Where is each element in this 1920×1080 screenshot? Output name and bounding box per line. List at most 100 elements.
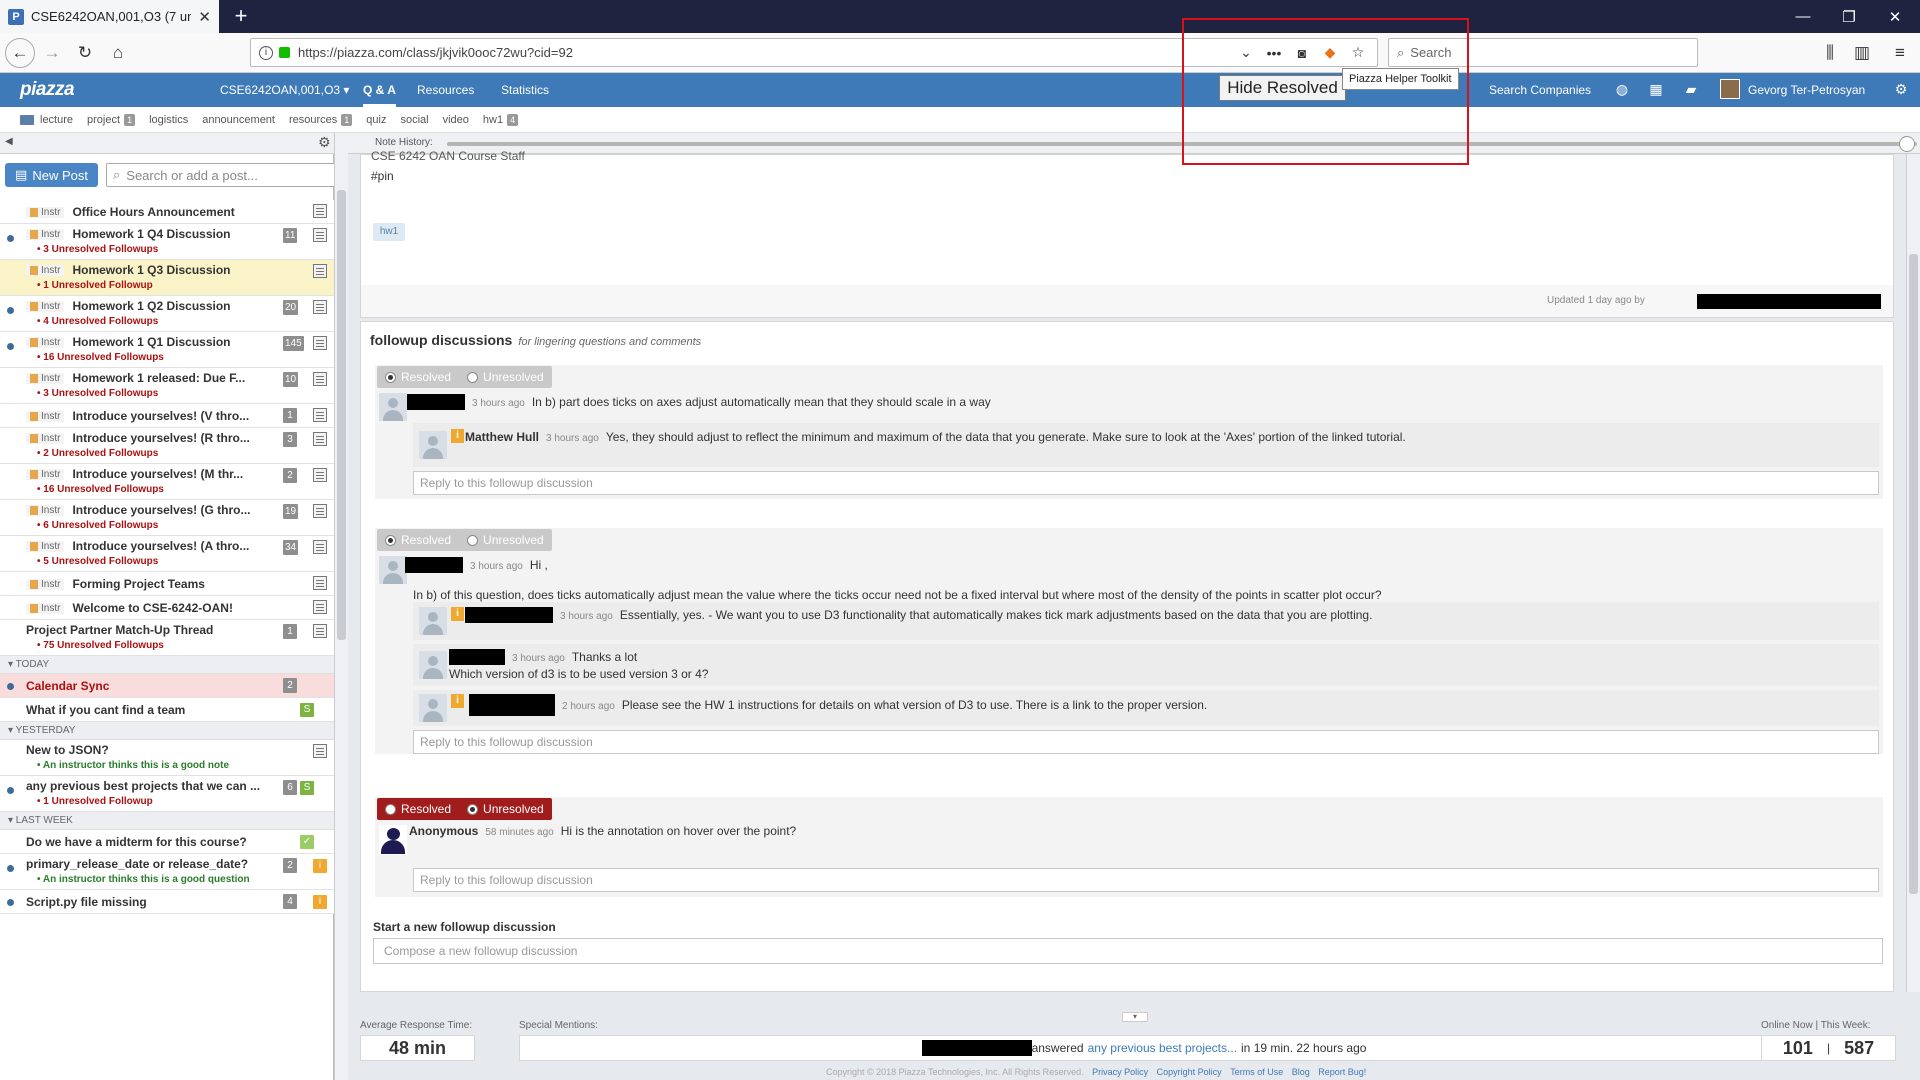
reply-count-badge: 4 xyxy=(283,894,297,909)
url-bar[interactable]: i https://piazza.com/class/jkjvik0ooc72w… xyxy=(250,38,1378,67)
calendar-icon[interactable]: ▦ xyxy=(1647,81,1665,99)
feed-item[interactable]: any previous best projects that we can .… xyxy=(0,776,334,812)
info-icon[interactable]: i xyxy=(259,45,273,60)
bookmark-star-icon[interactable]: ☆ xyxy=(1347,44,1369,61)
sidebar-toggle-icon[interactable]: ▥ xyxy=(1847,38,1877,68)
feed-item[interactable]: Instr Introduce yourselves! (M thr... • 16… xyxy=(0,464,334,500)
close-window-icon[interactable]: ✕ xyxy=(1872,0,1918,33)
feed-settings-icon[interactable]: ⚙ xyxy=(318,134,331,151)
feed-item[interactable]: Instr Homework 1 Q1 Discussion • 16 Unreso… xyxy=(0,332,334,368)
nav-statistics[interactable]: Statistics xyxy=(501,83,549,97)
folder-video[interactable]: video xyxy=(443,114,469,126)
post-search-input[interactable]: ⌕ Search or add a post... xyxy=(106,163,342,187)
folder-quiz[interactable]: quiz xyxy=(366,114,386,126)
resolved-option[interactable]: Resolved xyxy=(377,370,459,384)
feed-item[interactable]: primary_release_date or release_date? • A… xyxy=(0,854,334,890)
nav-resources[interactable]: Resources xyxy=(417,83,474,97)
search-companies-link[interactable]: Search Companies xyxy=(1489,83,1591,97)
resolved-toggle[interactable]: Resolved Unresolved xyxy=(377,366,552,388)
new-post-button[interactable]: ▤ New Post xyxy=(5,163,98,187)
pocket-icon[interactable]: ◙ xyxy=(1291,45,1313,61)
folder-hw1[interactable]: hw1 4 xyxy=(483,113,519,126)
feed-item[interactable]: Instr Homework 1 Q2 Discussion • 4 Unresol… xyxy=(0,296,334,332)
piazza-logo[interactable]: piazza xyxy=(20,79,75,101)
resolved-option[interactable]: Resolved xyxy=(377,802,459,816)
feed-item[interactable]: Do we have a midterm for this course? ✓ xyxy=(0,830,334,854)
unresolved-option[interactable]: Unresolved xyxy=(459,802,552,816)
feed-item[interactable]: Instr Office Hours Announcement xyxy=(0,200,334,224)
feed-section-yesterday[interactable]: ▾ YESTERDAY xyxy=(0,722,334,740)
folder-social[interactable]: social xyxy=(400,114,428,126)
resolved-option[interactable]: Resolved xyxy=(377,533,459,547)
privacy-policy-link[interactable]: Privacy Policy xyxy=(1092,1067,1148,1077)
folder-logistics[interactable]: logistics xyxy=(149,114,188,126)
feed-item[interactable]: Instr Introduce yourselves! (A thro... • 5… xyxy=(0,536,334,572)
browser-search-bar[interactable]: ⌕ Search xyxy=(1388,38,1698,67)
folder-resources[interactable]: resources 1 xyxy=(289,113,353,126)
feed-item[interactable]: Instr Introduce yourselves! (V thro... 1 xyxy=(0,404,334,428)
reply-input[interactable]: Reply to this followup discussion xyxy=(413,471,1879,495)
hide-resolved-button[interactable]: Hide Resolved xyxy=(1219,75,1346,101)
reply-input[interactable]: Reply to this followup discussion xyxy=(413,730,1879,754)
nav-qa[interactable]: Q & A xyxy=(363,83,396,107)
settings-gear-icon[interactable]: ⚙ xyxy=(1892,81,1910,99)
note-history-handle[interactable] xyxy=(1899,136,1915,152)
chevron-down-icon[interactable]: ⌄ xyxy=(1235,44,1257,61)
browser-tab[interactable]: P CSE6242OAN,001,O3 (7 unread ✕ xyxy=(0,0,219,33)
chat-icon[interactable]: ▰ xyxy=(1682,81,1700,99)
menu-icon[interactable]: ≡ xyxy=(1885,38,1915,68)
feed-scroll-thumb[interactable] xyxy=(337,190,346,640)
copyright-policy-link[interactable]: Copyright Policy xyxy=(1157,1067,1222,1077)
reply-input[interactable]: Reply to this followup discussion xyxy=(413,868,1879,892)
feed-item[interactable]: Instr Introduce yourselves! (G thro... • 6… xyxy=(0,500,334,536)
report-bug-link[interactable]: Report Bug! xyxy=(1318,1067,1366,1077)
more-actions-icon[interactable]: ••• xyxy=(1263,45,1285,61)
terms-of-use-link[interactable]: Terms of Use xyxy=(1230,1067,1283,1077)
forward-icon[interactable]: → xyxy=(37,38,67,68)
main-scrollbar[interactable] xyxy=(1906,154,1920,992)
user-avatar[interactable] xyxy=(1720,79,1740,99)
blog-link[interactable]: Blog xyxy=(1292,1067,1310,1077)
feed-item[interactable]: New to JSON? • An instructor thinks this … xyxy=(0,740,334,776)
feed-section-last_week[interactable]: ▾ LAST WEEK xyxy=(0,812,334,830)
piazza-helper-extension-icon[interactable]: ◆ xyxy=(1319,44,1341,61)
globe-icon[interactable]: ◍ xyxy=(1613,81,1631,99)
mention-post-link[interactable]: any previous best projects... xyxy=(1088,1041,1237,1055)
folder-project[interactable]: project 1 xyxy=(87,113,136,126)
feed-item[interactable]: Script.py file missing 4 i xyxy=(0,890,334,914)
feed-item[interactable]: What if you cant find a team S xyxy=(0,698,334,722)
folder-announcement[interactable]: announcement xyxy=(202,114,275,126)
feed-item[interactable]: Instr Introduce yourselves! (R thro... • 2… xyxy=(0,428,334,464)
new-tab-icon[interactable]: + xyxy=(228,4,254,30)
feed-item[interactable]: Project Partner Match-Up Thread • 75 Unre… xyxy=(0,620,334,656)
feed-scrollbar[interactable] xyxy=(334,133,348,1080)
url-text[interactable]: https://piazza.com/class/jkjvik0ooc72wu?… xyxy=(298,45,1229,60)
minimize-icon[interactable]: — xyxy=(1780,0,1826,33)
feed-item[interactable]: Instr Homework 1 Q4 Discussion • 3 Unresol… xyxy=(0,224,334,260)
feed-item[interactable]: Instr Forming Project Teams xyxy=(0,572,334,596)
feed-item[interactable]: Instr Homework 1 released: Due F... • 3 Un… xyxy=(0,368,334,404)
library-icon[interactable]: ⫼ xyxy=(1815,38,1845,68)
resolved-toggle[interactable]: Resolved Unresolved xyxy=(377,798,552,820)
course-selector[interactable]: CSE6242OAN,001,O3 ▾ xyxy=(220,83,349,97)
user-name[interactable]: Gevorg Ter-Petrosyan xyxy=(1748,83,1865,97)
resolved-toggle[interactable]: Resolved Unresolved xyxy=(377,529,552,551)
back-icon[interactable]: ← xyxy=(5,38,35,68)
close-tab-icon[interactable]: ✕ xyxy=(198,8,211,26)
feed-item[interactable]: Calendar Sync 2 xyxy=(0,674,334,698)
note-history-slider[interactable] xyxy=(447,142,1917,146)
unresolved-option[interactable]: Unresolved xyxy=(459,370,552,384)
compose-followup-input[interactable]: Compose a new followup discussion xyxy=(373,938,1883,964)
restore-icon[interactable]: ❐ xyxy=(1826,0,1872,33)
collapse-footer-icon[interactable]: ▾ xyxy=(1122,1012,1148,1022)
note-tag-hw1[interactable]: hw1 xyxy=(373,223,405,241)
home-icon[interactable]: ⌂ xyxy=(103,38,133,68)
unresolved-option[interactable]: Unresolved xyxy=(459,533,552,547)
folder-lecture[interactable]: lecture xyxy=(40,114,73,126)
feed-item[interactable]: Instr Homework 1 Q3 Discussion • 1 Unresol… xyxy=(0,260,334,296)
reload-icon[interactable]: ↻ xyxy=(70,38,100,68)
collapse-left-icon[interactable]: ◀ xyxy=(5,136,13,147)
feed-section-today[interactable]: ▾ TODAY xyxy=(0,656,334,674)
main-scroll-thumb[interactable] xyxy=(1909,254,1918,894)
feed-item[interactable]: Instr Welcome to CSE-6242-OAN! xyxy=(0,596,334,620)
